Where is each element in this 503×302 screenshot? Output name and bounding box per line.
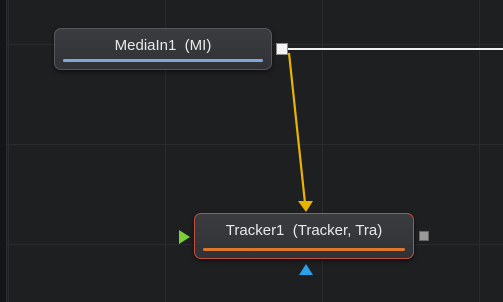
tracker-output-port[interactable] bbox=[419, 231, 429, 241]
tracker-input-port-background[interactable] bbox=[179, 230, 190, 244]
connection-link-line[interactable] bbox=[287, 52, 307, 204]
tracker-node[interactable]: Tracker1 (Tracker, Tra) bbox=[194, 213, 414, 259]
mediain-node[interactable]: MediaIn1 (MI) bbox=[54, 28, 272, 70]
mediain-node-title: MediaIn1 (MI) bbox=[114, 37, 212, 54]
mediain-output-port[interactable] bbox=[276, 43, 288, 55]
tracker-node-title: Tracker1 (Tracker, Tra) bbox=[225, 222, 383, 239]
tracker-node-color-bar bbox=[203, 248, 405, 251]
mediain-node-color-bar bbox=[63, 59, 263, 62]
tracker-input-port-mask[interactable] bbox=[299, 264, 313, 275]
connection-arrow-icon bbox=[298, 201, 313, 212]
